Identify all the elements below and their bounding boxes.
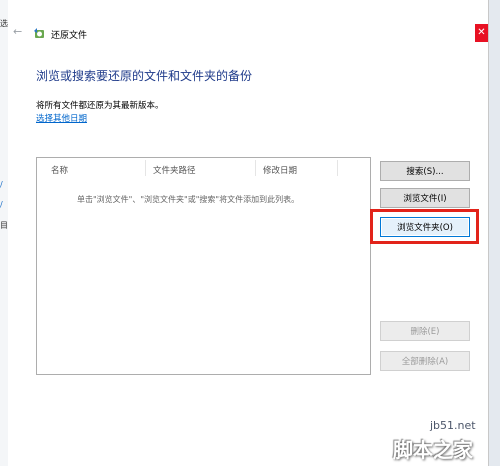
highlight-box bbox=[370, 209, 479, 244]
column-header-modified-date[interactable]: 修改日期 bbox=[263, 164, 297, 176]
back-arrow-icon[interactable]: ← bbox=[13, 25, 27, 39]
background-text-fragment: 选 bbox=[0, 19, 8, 28]
background-text-fragment: / bbox=[0, 200, 3, 209]
watermark-logo: 脚本之家 bbox=[393, 438, 473, 462]
choose-other-date-link[interactable]: 选择其他日期 bbox=[36, 112, 87, 124]
restore-files-dialog: ← 还原文件 ✕ 浏览或搜索要还原的文件和文件夹的备份 将所有文件都还原为其最新… bbox=[8, 0, 489, 466]
restore-file-list[interactable]: 名称 文件夹路径 修改日期 单击"浏览文件"、"浏览文件夹"或"搜索"将文件添加… bbox=[36, 157, 371, 375]
background-text-fragment: 目 bbox=[0, 221, 8, 230]
browse-files-button[interactable]: 浏览文件(I) bbox=[380, 188, 470, 208]
background-window-edge-right bbox=[489, 0, 500, 466]
title-bar: ← 还原文件 ✕ bbox=[8, 24, 488, 44]
remove-all-button[interactable]: 全部删除(A) bbox=[380, 351, 470, 371]
watermark-url: jb51.net bbox=[430, 419, 476, 432]
column-header-name[interactable]: 名称 bbox=[51, 164, 68, 176]
description-text: 将所有文件都还原为其最新版本。 bbox=[36, 101, 164, 111]
window-title: 还原文件 bbox=[51, 31, 88, 41]
column-divider bbox=[337, 160, 338, 176]
restore-app-icon bbox=[33, 27, 46, 40]
empty-list-message: 单击"浏览文件"、"浏览文件夹"或"搜索"将文件添加到此列表。 bbox=[77, 195, 300, 204]
page-heading: 浏览或搜索要还原的文件和文件夹的备份 bbox=[36, 69, 253, 83]
remove-button[interactable]: 删除(E) bbox=[380, 321, 470, 341]
column-header-folder-path[interactable]: 文件夹路径 bbox=[153, 164, 196, 176]
column-divider bbox=[255, 160, 256, 176]
background-text-fragment: / bbox=[0, 180, 3, 189]
close-button[interactable]: ✕ bbox=[475, 24, 488, 42]
column-divider bbox=[145, 160, 146, 176]
search-button[interactable]: 搜索(S)... bbox=[380, 161, 470, 181]
